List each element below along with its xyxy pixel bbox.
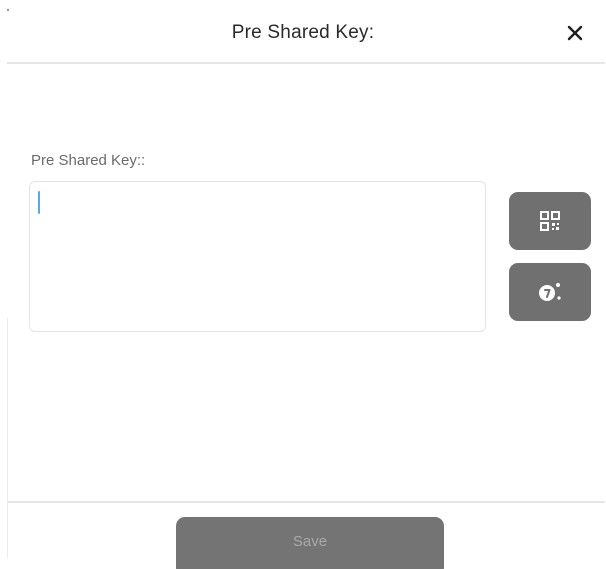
pre-shared-key-label: Pre Shared Key:: [31,152,146,169]
qr-code-icon [540,211,560,231]
left-edge-line [7,318,8,558]
text-caret [38,191,40,214]
generate-key-button[interactable] [509,263,591,321]
pre-shared-key-input[interactable] [29,181,486,332]
dialog-header: Pre Shared Key: [0,0,606,64]
close-button[interactable] [560,18,590,48]
save-button[interactable]: Save [176,517,444,569]
pre-shared-key-dialog: Pre Shared Key: Pre Shared Key:: Save [0,0,606,569]
footer-divider [7,501,605,503]
header-divider [7,62,605,64]
close-icon [567,25,583,41]
key-generate-icon [539,283,561,301]
scan-qr-button[interactable] [509,192,591,250]
dialog-title: Pre Shared Key: [231,22,375,43]
